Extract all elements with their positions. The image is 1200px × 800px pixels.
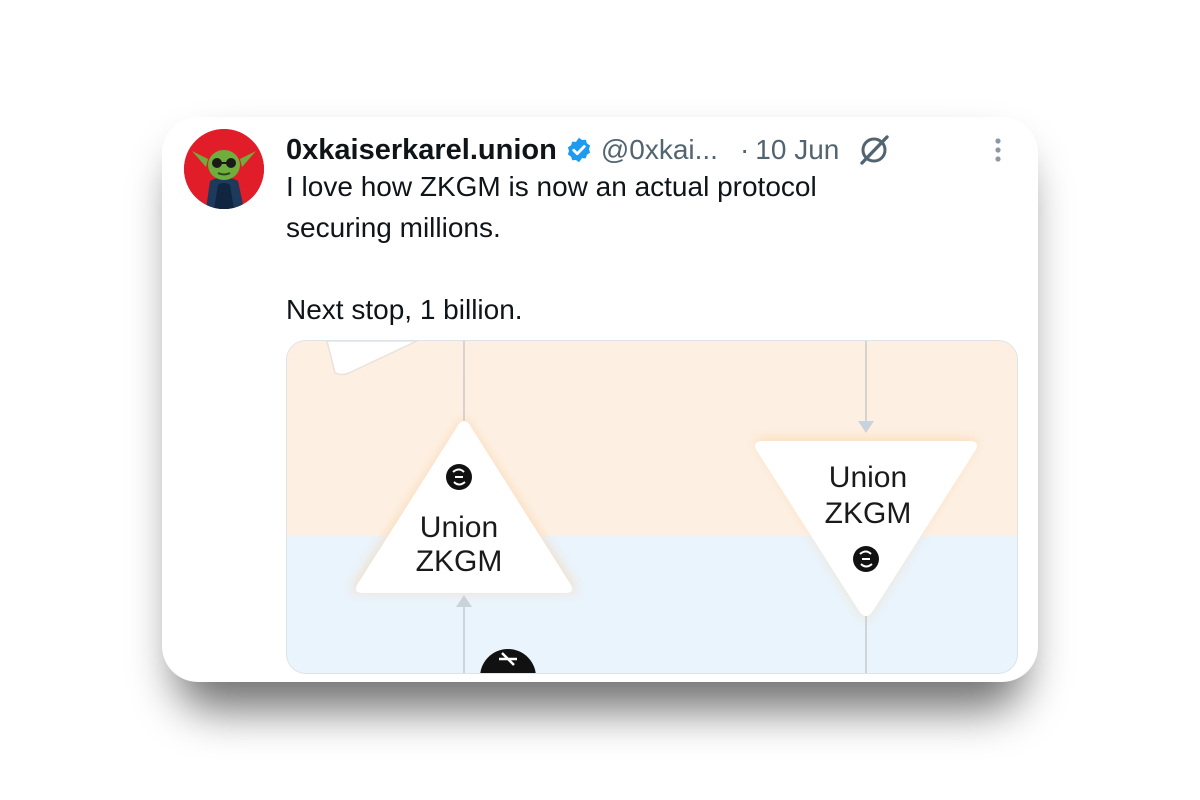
avatar[interactable]: [184, 129, 264, 209]
left-node-label-line2: ZKGM: [416, 545, 503, 578]
tweet-text-line: securing millions.: [286, 212, 501, 243]
tweet-text-line: Next stop, 1 billion.: [286, 294, 523, 325]
tweet-text-line: I love how ZKGM is now an actual protoco…: [286, 171, 817, 202]
avatar-image: [184, 129, 264, 209]
left-node-label-line1: Union: [420, 511, 498, 544]
separator-dot: ·: [739, 134, 750, 165]
more-options-icon[interactable]: [988, 131, 1008, 167]
user-handle[interactable]: @0xkai...: [601, 134, 718, 166]
tweet-media-image[interactable]: Union ZKGM Union ZKGM: [286, 340, 1018, 674]
screenshot-stage: 0xkaiserkarel.union @0xkai... · 10 Jun I…: [0, 0, 1200, 800]
right-node-label-line2: ZKGM: [825, 497, 912, 530]
tweet-card[interactable]: 0xkaiserkarel.union @0xkai... · 10 Jun I…: [162, 117, 1038, 682]
grok-icon[interactable]: [857, 133, 891, 167]
tweet-date[interactable]: 10 Jun: [755, 134, 839, 166]
verified-badge-icon[interactable]: [565, 136, 593, 164]
right-node-label-line1: Union: [829, 461, 907, 494]
display-name[interactable]: 0xkaiserkarel.union: [286, 134, 557, 167]
tweet-text: I love how ZKGM is now an actual protoco…: [286, 166, 1006, 330]
